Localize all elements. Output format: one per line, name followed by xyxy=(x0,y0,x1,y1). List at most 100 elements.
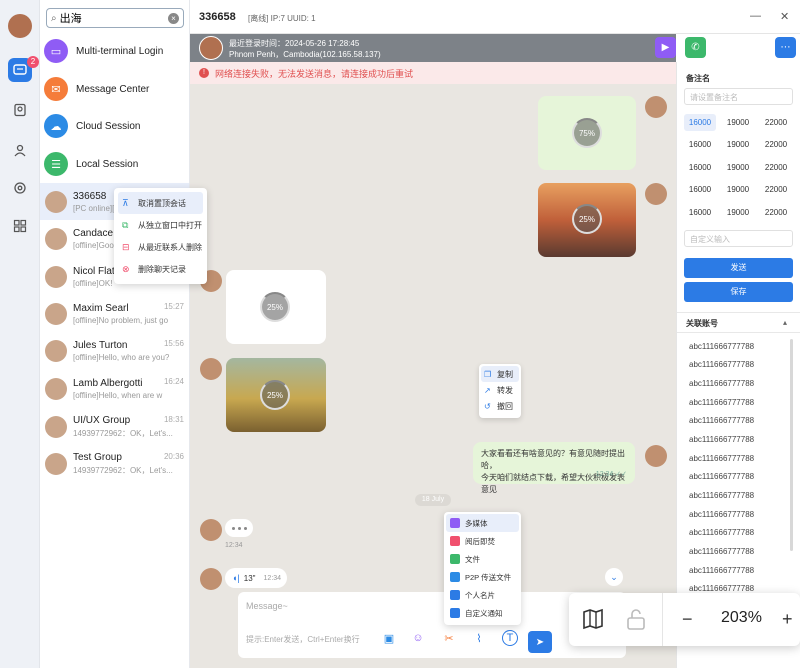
message-center-item[interactable]: ✉ Message Center xyxy=(44,73,186,105)
send-button[interactable]: 发送 xyxy=(684,258,793,278)
text-message[interactable]: 大家看看还有啥意见的？有意见随时提出哈， 今天咱们就结点下载，希望大伙积极发表意… xyxy=(473,442,635,494)
amount-option[interactable]: 19000 xyxy=(722,136,754,153)
media-menu-item[interactable]: 多媒体 xyxy=(446,514,519,532)
custom-notice-menu-item[interactable]: 自定义通知 xyxy=(446,604,519,622)
remove-recent-menu-item[interactable]: ⊟ 从最近联系人删除 xyxy=(118,236,203,258)
custom-amount-input[interactable]: 自定义输入 xyxy=(684,230,793,247)
amount-option[interactable]: 19000 xyxy=(722,204,754,221)
account-item[interactable]: abc111666777788 xyxy=(689,566,754,575)
account-item[interactable]: abc111666777788 xyxy=(689,342,754,351)
account-item[interactable]: abc111666777788 xyxy=(689,416,754,425)
amount-option[interactable]: 22000 xyxy=(760,181,792,198)
forward-menu-item[interactable]: ↗ 转发 xyxy=(481,382,519,398)
message-composer[interactable]: Message~ 提示:Enter发送，Ctrl+Enter换行 ▣ ☺ ✂ ⌇… xyxy=(238,592,626,658)
peer-avatar[interactable] xyxy=(199,36,223,60)
cloud-session-item[interactable]: ☁ Cloud Session xyxy=(44,110,186,142)
clear-search-icon[interactable]: × xyxy=(168,12,179,24)
settings-icon[interactable] xyxy=(8,176,32,200)
account-item[interactable]: abc111666777788 xyxy=(689,528,754,537)
video-call-icon[interactable]: ▶ xyxy=(655,37,676,58)
send-button[interactable]: ➤ xyxy=(528,631,552,653)
search-box[interactable]: ⌕ × xyxy=(46,8,184,28)
delete-history-menu-item[interactable]: ⊗ 删除聊天记录 xyxy=(118,258,203,280)
contact-item[interactable]: Test Group 14939772962：OK，Let's... 20:36 xyxy=(40,445,189,482)
remark-input[interactable]: 请设置备注名 xyxy=(684,88,793,105)
contact-item[interactable]: Jules Turton [offline]Hello, who are you?… xyxy=(40,332,189,369)
account-item[interactable]: abc111666777788 xyxy=(689,454,754,463)
amount-option[interactable]: 16000 xyxy=(684,114,716,131)
emoji-icon[interactable]: ☺ xyxy=(410,630,426,646)
amount-option[interactable]: 19000 xyxy=(722,114,754,131)
amount-option[interactable]: 22000 xyxy=(760,204,792,221)
p2p-transfer-menu-item[interactable]: P2P 传送文件 xyxy=(446,568,519,586)
multi-terminal-login-item[interactable]: ▭ Multi-terminal Login xyxy=(44,35,186,67)
account-item[interactable]: abc111666777788 xyxy=(689,472,754,481)
account-item[interactable]: abc111666777788 xyxy=(689,379,754,388)
text-format-icon[interactable]: T xyxy=(502,630,518,646)
account-item[interactable]: abc111666777788 xyxy=(689,491,754,500)
minimize-icon[interactable]: — xyxy=(750,10,761,22)
amount-option[interactable]: 19000 xyxy=(722,181,754,198)
menu-item-label: P2P 传送文件 xyxy=(465,572,512,582)
contact-card-menu-item[interactable]: 个人名片 xyxy=(446,586,519,604)
account-item[interactable]: abc111666777788 xyxy=(689,435,754,444)
account-item[interactable]: abc111666777788 xyxy=(689,360,754,369)
lock-icon[interactable] xyxy=(625,607,647,637)
amount-option[interactable]: 22000 xyxy=(760,136,792,153)
menu-item-label: 删除聊天记录 xyxy=(138,264,186,274)
amount-option[interactable]: 16000 xyxy=(684,159,716,176)
local-session-item[interactable]: ☰ Local Session xyxy=(44,148,186,180)
apps-icon[interactable] xyxy=(8,214,32,238)
burn-after-read-menu-item[interactable]: 阅后即焚 xyxy=(446,532,519,550)
scroll-down-icon[interactable]: ⌄ xyxy=(605,568,623,586)
file-menu-item[interactable]: 文件 xyxy=(446,550,519,568)
open-in-window-menu-item[interactable]: ⧉ 从独立窗口中打开 xyxy=(118,214,203,236)
voice-message[interactable]: ◖| 13" 12:34 xyxy=(225,568,287,588)
account-item[interactable]: abc111666777788 xyxy=(689,398,754,407)
menu-item-label: 阅后即焚 xyxy=(465,536,495,546)
groups-icon[interactable] xyxy=(8,138,32,162)
message-input[interactable]: Message~ xyxy=(246,601,288,611)
forward-icon: ↗ xyxy=(484,385,491,395)
copy-menu-item[interactable]: ❐ 复制 xyxy=(481,366,519,382)
attachment-icon[interactable]: ⌇ xyxy=(471,630,487,646)
account-item[interactable]: abc111666777788 xyxy=(689,547,754,556)
map-icon[interactable] xyxy=(581,607,605,637)
copy-icon: ❐ xyxy=(484,369,492,379)
amount-option[interactable]: 16000 xyxy=(684,204,716,221)
scissors-icon[interactable]: ✂ xyxy=(441,630,457,646)
feature-label: Local Session xyxy=(76,158,139,170)
voice-duration: 13" xyxy=(243,573,256,583)
contact-item[interactable]: Lamb Albergotti [offline]Hello, when are … xyxy=(40,370,189,407)
amount-option[interactable]: 22000 xyxy=(760,114,792,131)
search-input[interactable] xyxy=(59,12,160,24)
more-icon[interactable]: ⋯ xyxy=(775,37,796,58)
contacts-icon[interactable] xyxy=(8,98,32,122)
divider xyxy=(677,312,800,313)
unpin-session-menu-item[interactable]: ⊼ 取消置顶会话 xyxy=(118,192,203,214)
message-panel-icon[interactable]: ✎ xyxy=(745,37,766,58)
recall-menu-item[interactable]: ↺ 撤回 xyxy=(481,398,519,414)
account-item[interactable]: abc111666777788 xyxy=(689,584,754,593)
contact-time: 16:24 xyxy=(163,377,184,386)
account-item[interactable]: abc111666777788 xyxy=(689,510,754,519)
zoom-out-icon[interactable]: − xyxy=(682,607,693,631)
amount-option[interactable]: 16000 xyxy=(684,181,716,198)
zoom-in-icon[interactable]: + xyxy=(782,607,793,631)
menu-item-label: 多媒体 xyxy=(465,518,488,528)
progress-label: 75% xyxy=(578,128,595,138)
last-login-time: 最近登录时间：2024-05-26 17:28:45 xyxy=(229,39,360,48)
image-icon[interactable]: ▣ xyxy=(381,630,397,646)
phone-call-icon[interactable]: ✆ xyxy=(685,37,706,58)
save-button[interactable]: 保存 xyxy=(684,282,793,302)
collapse-icon[interactable]: ▴ xyxy=(783,318,787,327)
settings-panel-icon[interactable]: ⚙ xyxy=(715,37,736,58)
amount-option[interactable]: 22000 xyxy=(760,159,792,176)
close-icon[interactable]: ✕ xyxy=(780,10,789,23)
amount-option[interactable]: 16000 xyxy=(684,136,716,153)
contact-item[interactable]: UI/UX Group 14939772962：OK，Let's... 18:31 xyxy=(40,408,189,445)
amount-option[interactable]: 19000 xyxy=(722,159,754,176)
user-avatar[interactable] xyxy=(8,14,32,38)
scrollbar[interactable] xyxy=(790,339,793,551)
contact-item[interactable]: Maxim Searl [offline]No problem, just go … xyxy=(40,295,189,332)
